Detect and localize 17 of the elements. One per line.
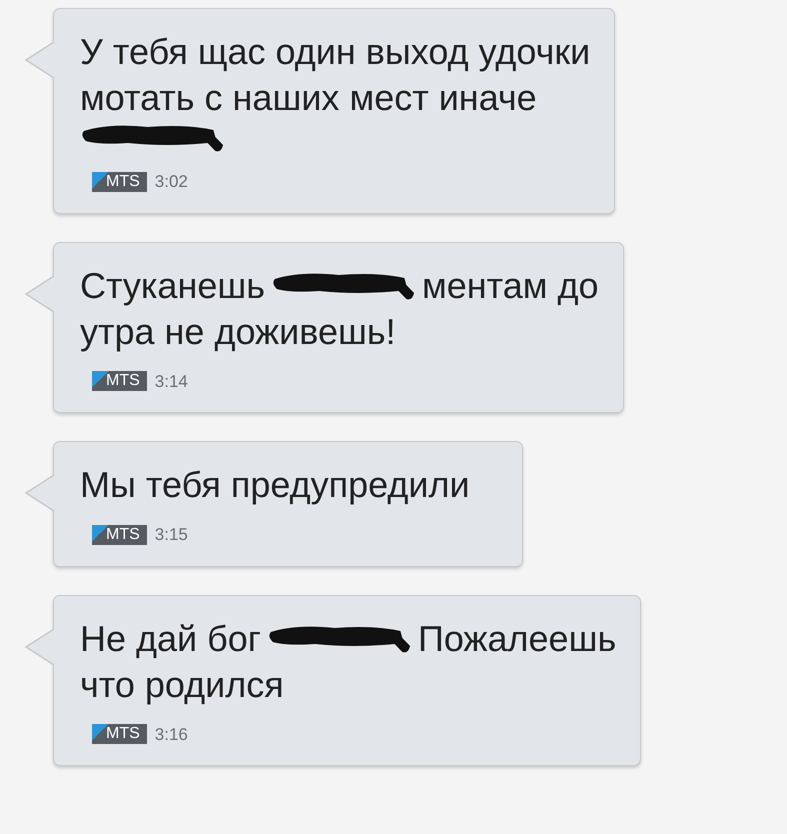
- message-text: ментам до: [422, 264, 599, 308]
- operator-badge: MTS: [92, 371, 147, 392]
- message-time: 3:15: [154, 524, 188, 546]
- message-text: что родился: [80, 662, 284, 706]
- message-text: У тебя щас один выход удочки: [80, 30, 590, 74]
- message-time: 3:16: [154, 724, 188, 746]
- message-text: Пожалеешь: [418, 616, 616, 660]
- message-text: утра не доживешь!: [80, 310, 396, 354]
- message-time: 3:14: [154, 370, 188, 392]
- operator-badge: MTS: [92, 724, 147, 744]
- message-text: Не дай бог: [80, 616, 261, 660]
- message-time: 3:02: [154, 171, 188, 193]
- message-text: Мы тебя предупредили: [80, 463, 470, 507]
- operator-badge: MTS: [92, 524, 147, 545]
- message-text: Стуканешь: [80, 264, 265, 308]
- operator-badge: MTS: [92, 172, 147, 192]
- message-text: мотать с наших мест иначе: [80, 76, 537, 120]
